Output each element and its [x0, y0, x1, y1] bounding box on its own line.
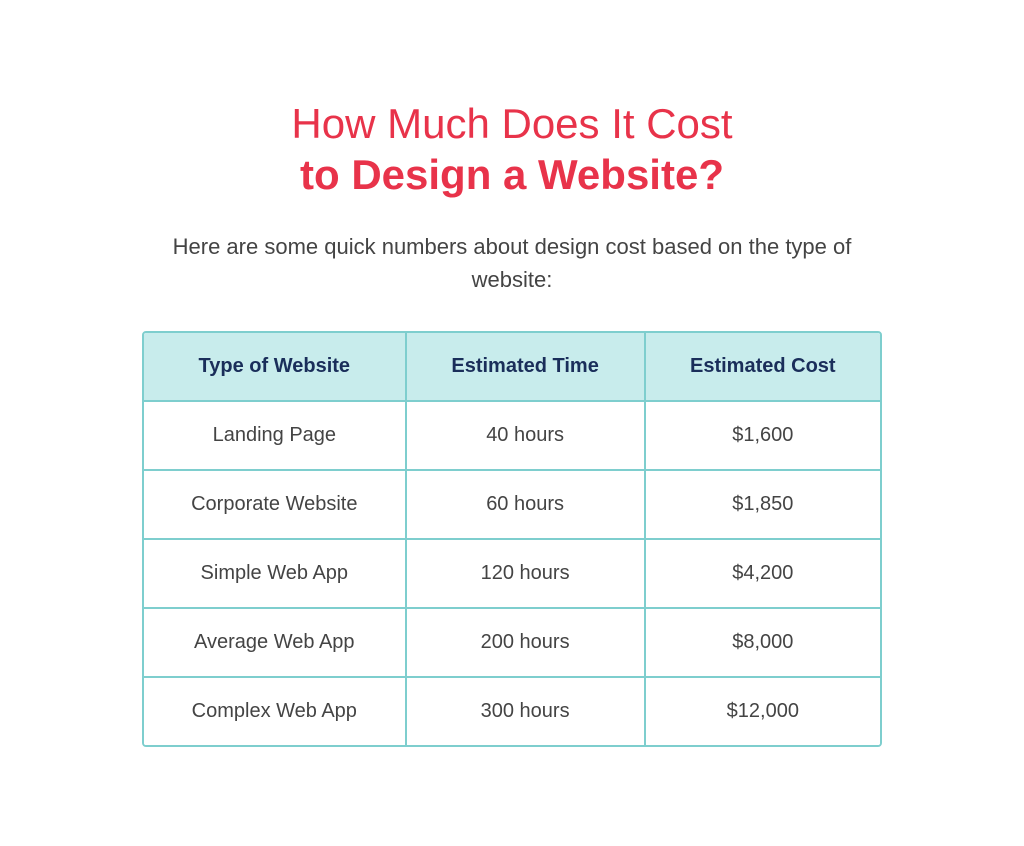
table-body: Landing Page40 hours$1,600Corporate Webs…: [144, 401, 880, 745]
cell-cost: $1,600: [645, 401, 880, 470]
table-header-row: Type of Website Estimated Time Estimated…: [144, 333, 880, 401]
title-line1: How Much Does It Cost: [142, 99, 882, 149]
pricing-table-wrapper: Type of Website Estimated Time Estimated…: [142, 331, 882, 747]
cell-time: 300 hours: [406, 677, 645, 745]
cell-time: 200 hours: [406, 608, 645, 677]
table-row: Average Web App200 hours$8,000: [144, 608, 880, 677]
cell-cost: $8,000: [645, 608, 880, 677]
table-row: Corporate Website60 hours$1,850: [144, 470, 880, 539]
cell-type: Simple Web App: [144, 539, 406, 608]
title-section: How Much Does It Cost to Design a Websit…: [142, 99, 882, 200]
table-row: Simple Web App120 hours$4,200: [144, 539, 880, 608]
cell-type: Average Web App: [144, 608, 406, 677]
col-header-time: Estimated Time: [406, 333, 645, 401]
cell-cost: $4,200: [645, 539, 880, 608]
cell-time: 40 hours: [406, 401, 645, 470]
cell-time: 60 hours: [406, 470, 645, 539]
cell-type: Corporate Website: [144, 470, 406, 539]
title-line2: to Design a Website?: [142, 150, 882, 200]
cell-type: Complex Web App: [144, 677, 406, 745]
table-row: Landing Page40 hours$1,600: [144, 401, 880, 470]
cell-cost: $12,000: [645, 677, 880, 745]
cell-time: 120 hours: [406, 539, 645, 608]
col-header-cost: Estimated Cost: [645, 333, 880, 401]
subtitle: Here are some quick numbers about design…: [142, 230, 882, 296]
pricing-table: Type of Website Estimated Time Estimated…: [144, 333, 880, 745]
col-header-type: Type of Website: [144, 333, 406, 401]
page-container: How Much Does It Cost to Design a Websit…: [122, 59, 902, 787]
cell-cost: $1,850: [645, 470, 880, 539]
cell-type: Landing Page: [144, 401, 406, 470]
table-row: Complex Web App300 hours$12,000: [144, 677, 880, 745]
